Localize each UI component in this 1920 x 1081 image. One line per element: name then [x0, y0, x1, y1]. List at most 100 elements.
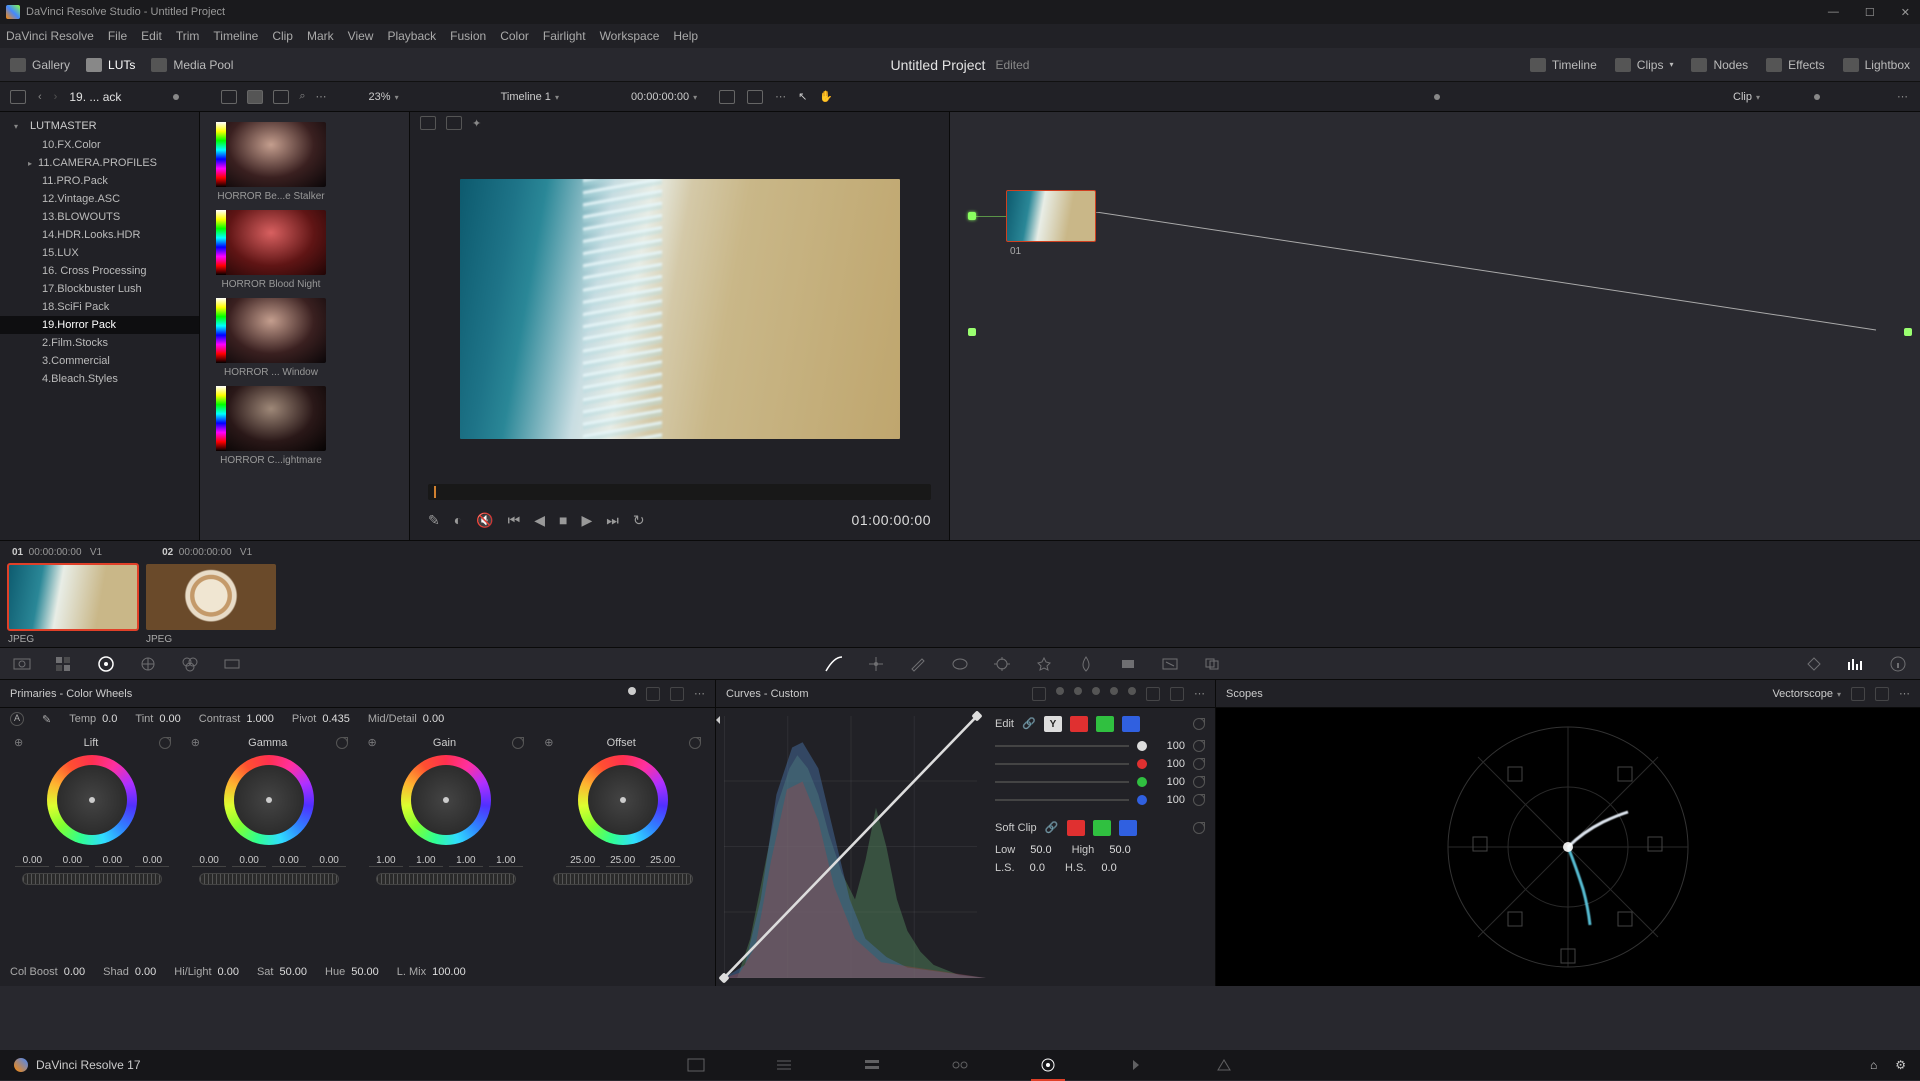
lut-folder[interactable]: 4.Bleach.Styles: [0, 370, 199, 388]
lut-folder[interactable]: 13.BLOWOUTS: [0, 208, 199, 226]
home-icon[interactable]: ⌂: [1870, 1058, 1877, 1072]
clips-toggle[interactable]: Clips▾: [1615, 58, 1674, 72]
luts-toggle[interactable]: LUTs: [86, 58, 135, 72]
nodes-toggle[interactable]: Nodes: [1691, 58, 1748, 72]
reset-icon[interactable]: [1193, 822, 1205, 834]
node-01[interactable]: [1006, 190, 1096, 242]
softclip-hs[interactable]: H.S. 0.0: [1065, 862, 1117, 874]
more-icon[interactable]: ⋯: [1897, 90, 1908, 103]
scopes-icon[interactable]: [1846, 655, 1866, 673]
curves-mode-dot[interactable]: [1074, 687, 1082, 695]
colboost-field[interactable]: Col Boost0.00: [10, 966, 85, 978]
breadcrumb[interactable]: 19. ... ack: [69, 90, 121, 104]
gamma-jog[interactable]: [199, 873, 339, 885]
search-icon[interactable]: ⌕: [299, 90, 305, 104]
viewer-opt1-icon[interactable]: [420, 116, 436, 130]
lmix-field[interactable]: L. Mix100.00: [397, 966, 466, 978]
sat-field[interactable]: Sat50.00: [257, 966, 307, 978]
window-icon[interactable]: [950, 655, 970, 673]
curves-grid-icon[interactable]: [1170, 687, 1184, 701]
clip-thumb-02[interactable]: JPEG: [146, 564, 276, 645]
lum-chip[interactable]: Y: [1044, 716, 1062, 732]
stop-icon[interactable]: ■: [559, 512, 567, 528]
lut-folder[interactable]: 19.Horror Pack: [0, 316, 199, 334]
intensity-slider[interactable]: 100: [995, 758, 1205, 770]
lift-values[interactable]: 0.000.000.000.00: [15, 855, 169, 867]
panel-icon[interactable]: [10, 90, 26, 104]
curves-mode1-icon[interactable]: [1032, 687, 1046, 701]
tracker-icon[interactable]: [992, 655, 1012, 673]
bypass-icon[interactable]: [719, 90, 735, 104]
lut-thumb[interactable]: HORROR ... Window: [216, 298, 326, 378]
lut-folder[interactable]: 12.Vintage.ASC: [0, 190, 199, 208]
intensity-slider[interactable]: 100: [995, 740, 1205, 752]
curve-editor[interactable]: [724, 716, 977, 978]
reset-icon[interactable]: [159, 737, 171, 749]
tint-field[interactable]: Tint0.00: [135, 713, 180, 725]
magic-mask-icon[interactable]: [1034, 655, 1054, 673]
viewer-image[interactable]: [460, 179, 900, 439]
qualifier-icon[interactable]: [908, 655, 928, 673]
window-close[interactable]: ✕: [1897, 6, 1914, 19]
viewer-scrubber[interactable]: [428, 484, 931, 500]
reset-icon[interactable]: [689, 737, 701, 749]
eye-icon[interactable]: ◐: [454, 512, 462, 528]
hilight-field[interactable]: Hi/Light0.00: [174, 966, 239, 978]
prev-clip-icon[interactable]: ⏮: [508, 512, 521, 529]
menu-help[interactable]: Help: [673, 29, 698, 43]
sort-icon[interactable]: [221, 90, 237, 104]
middetail-field[interactable]: Mid/Detail0.00: [368, 713, 444, 725]
target-icon[interactable]: ⊕: [544, 736, 553, 749]
reset-icon[interactable]: [1193, 718, 1205, 730]
more-icon[interactable]: ⋯: [1194, 687, 1205, 701]
pointer-icon[interactable]: ↖: [798, 90, 807, 104]
green-chip[interactable]: [1093, 820, 1111, 836]
play-icon[interactable]: ▶: [582, 512, 593, 529]
nav-back-icon[interactable]: ‹: [38, 91, 42, 103]
lut-folder[interactable]: 18.SciFi Pack: [0, 298, 199, 316]
more-icon[interactable]: ⋯: [775, 90, 786, 104]
offset-jog[interactable]: [553, 873, 693, 885]
menu-view[interactable]: View: [348, 29, 374, 43]
curves-mode-dot[interactable]: [1128, 687, 1136, 695]
lut-tree-root[interactable]: LUTMASTER: [0, 116, 199, 136]
3d-icon[interactable]: [1202, 655, 1222, 673]
vectorscope[interactable]: [1216, 708, 1920, 986]
contrast-field[interactable]: Contrast1.000: [199, 713, 274, 725]
color-match-icon[interactable]: [54, 655, 74, 673]
menu-mark[interactable]: Mark: [307, 29, 334, 43]
lightbox-toggle[interactable]: Lightbox: [1843, 58, 1910, 72]
reset-icon[interactable]: [1193, 794, 1205, 806]
reset-icon[interactable]: [1193, 776, 1205, 788]
media-page-icon[interactable]: [687, 1057, 705, 1073]
lut-folder[interactable]: 11.PRO.Pack: [0, 172, 199, 190]
source-timecode[interactable]: 00:00:00:00: [631, 91, 697, 103]
link-icon[interactable]: 🔗: [1045, 821, 1059, 835]
viewer-timecode[interactable]: 01:00:00:00: [852, 512, 931, 528]
grid-view-icon[interactable]: [247, 90, 263, 104]
curves-mode-dot[interactable]: [1092, 687, 1100, 695]
curves-mode-dot[interactable]: [1056, 687, 1064, 695]
reset-icon[interactable]: [1193, 758, 1205, 770]
reset-icon[interactable]: [512, 737, 524, 749]
scope-type-dropdown[interactable]: Vectorscope: [1772, 688, 1841, 700]
window-maximize[interactable]: ☐: [1861, 6, 1879, 19]
loop-icon[interactable]: ↻: [633, 512, 645, 529]
menu-clip[interactable]: Clip: [272, 29, 293, 43]
hdr-icon[interactable]: [138, 655, 158, 673]
more-icon[interactable]: ⋯: [694, 687, 705, 701]
gamma-wheel[interactable]: [224, 755, 314, 845]
pivot-field[interactable]: Pivot0.435: [292, 713, 350, 725]
color-page-icon[interactable]: [1039, 1057, 1057, 1073]
more-icon[interactable]: ⋯: [1899, 687, 1910, 700]
clip-thumb-01[interactable]: JPEG: [8, 564, 138, 645]
menu-workspace[interactable]: Workspace: [600, 29, 660, 43]
clip-mode[interactable]: Clip: [1733, 91, 1760, 103]
lut-folder[interactable]: 2.Film.Stocks: [0, 334, 199, 352]
link-icon[interactable]: 🔗: [1022, 717, 1036, 731]
effects-toggle[interactable]: Effects: [1766, 58, 1824, 72]
lut-thumb[interactable]: HORROR Blood Night: [216, 210, 326, 290]
lut-folder[interactable]: 16. Cross Processing: [0, 262, 199, 280]
timeline-selector[interactable]: Timeline 1: [501, 91, 559, 103]
intensity-slider[interactable]: 100: [995, 776, 1205, 788]
